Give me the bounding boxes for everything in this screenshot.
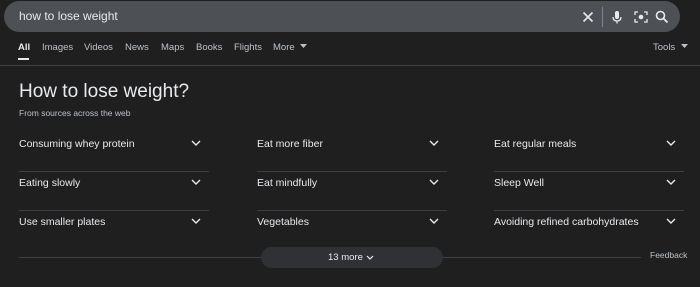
question-label: Eat mindfully bbox=[257, 177, 318, 189]
chevron-down-icon bbox=[666, 140, 676, 146]
question-item[interactable]: Eating slowly bbox=[19, 173, 209, 211]
caret-down-icon bbox=[300, 44, 308, 48]
search-bar[interactable]: how to lose weight bbox=[4, 1, 680, 32]
chevron-down-icon bbox=[191, 140, 201, 146]
panel-subheading: From sources across the web bbox=[19, 108, 131, 118]
feedback-link[interactable]: Feedback bbox=[650, 250, 687, 260]
chevron-down-icon bbox=[666, 218, 676, 224]
tab-all-underline bbox=[18, 58, 29, 60]
question-item[interactable]: Consuming whey protein bbox=[19, 134, 209, 172]
tab-maps[interactable]: Maps bbox=[161, 42, 184, 53]
question-divider bbox=[257, 171, 447, 172]
question-item[interactable]: Use smaller plates bbox=[19, 212, 209, 250]
tab-more-label: More bbox=[273, 42, 295, 53]
question-item[interactable]: Eat mindfully bbox=[257, 173, 447, 211]
close-icon[interactable] bbox=[580, 9, 596, 25]
tab-books[interactable]: Books bbox=[196, 42, 222, 53]
show-more-label: 13 more bbox=[328, 252, 363, 263]
tools-label: Tools bbox=[653, 42, 676, 53]
chevron-down-icon bbox=[191, 218, 201, 224]
caret-down-icon bbox=[680, 44, 688, 48]
panel-heading: How to lose weight? bbox=[19, 81, 190, 102]
tools-button[interactable]: Tools bbox=[653, 42, 688, 53]
search-icon[interactable] bbox=[654, 9, 670, 25]
tab-videos[interactable]: Videos bbox=[84, 42, 113, 53]
question-item[interactable]: Vegetables bbox=[257, 212, 447, 250]
microphone-icon[interactable] bbox=[609, 9, 625, 25]
question-divider bbox=[494, 210, 684, 211]
chevron-down-icon bbox=[191, 179, 201, 185]
chevron-down-icon bbox=[366, 255, 374, 260]
tabs-divider bbox=[0, 65, 700, 66]
tab-news[interactable]: News bbox=[125, 42, 149, 53]
question-label: Vegetables bbox=[257, 216, 309, 228]
question-label: Consuming whey protein bbox=[19, 138, 135, 150]
search-tabs: All Images Videos News Maps Books Flight… bbox=[0, 38, 700, 62]
search-input[interactable]: how to lose weight bbox=[19, 9, 118, 23]
chevron-down-icon bbox=[429, 218, 439, 224]
chevron-down-icon bbox=[429, 140, 439, 146]
chevron-down-icon bbox=[429, 179, 439, 185]
question-item[interactable]: Eat more fiber bbox=[257, 134, 447, 172]
question-divider bbox=[19, 171, 209, 172]
camera-search-icon[interactable] bbox=[633, 9, 649, 25]
tab-flights[interactable]: Flights bbox=[234, 42, 262, 53]
question-label: Use smaller plates bbox=[19, 216, 106, 228]
question-label: Avoiding refined carbohydrates bbox=[494, 216, 639, 228]
tab-images[interactable]: Images bbox=[42, 42, 73, 53]
question-item[interactable]: Eat regular meals bbox=[494, 134, 684, 172]
question-label: Eating slowly bbox=[19, 177, 81, 189]
question-divider bbox=[494, 171, 684, 172]
show-more-button[interactable]: 13 more bbox=[261, 247, 443, 268]
question-label: Sleep Well bbox=[494, 177, 544, 189]
chevron-down-icon bbox=[666, 179, 676, 185]
tab-all[interactable]: All bbox=[18, 42, 30, 53]
question-item[interactable]: Sleep Well bbox=[494, 173, 684, 211]
question-label: Eat more fiber bbox=[257, 138, 323, 150]
question-label: Eat regular meals bbox=[494, 138, 577, 150]
tab-more[interactable]: More bbox=[273, 42, 308, 53]
question-divider bbox=[257, 210, 447, 211]
search-bar-divider bbox=[602, 7, 603, 27]
question-divider bbox=[19, 210, 209, 211]
question-item[interactable]: Avoiding refined carbohydrates bbox=[494, 212, 684, 250]
